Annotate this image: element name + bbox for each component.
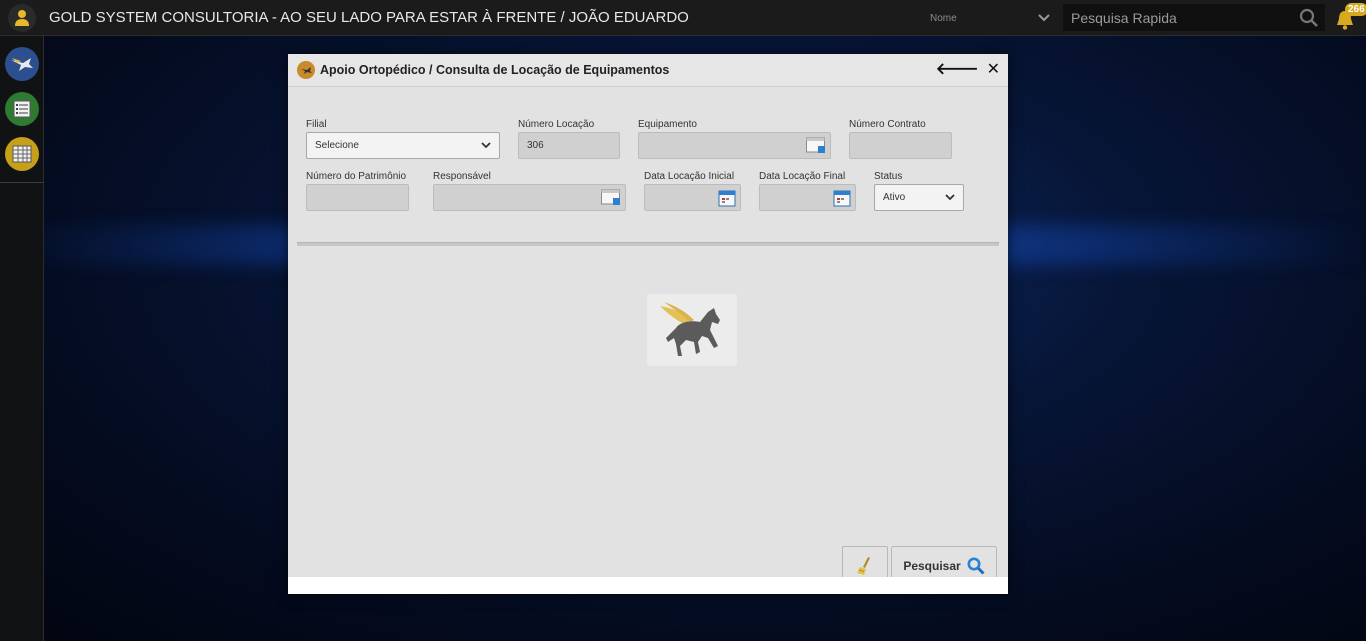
data-final-field: Data Locação Final: [759, 171, 856, 211]
calendar-icon[interactable]: [718, 189, 736, 207]
chevron-down-icon: [945, 194, 955, 201]
user-menu-button[interactable]: [0, 0, 44, 36]
data-final-label: Data Locação Final: [759, 171, 846, 182]
numero-locacao-label: Número Locação: [518, 119, 595, 130]
data-inicial-label: Data Locação Inicial: [644, 171, 735, 182]
list-icon: [13, 100, 31, 118]
grid-icon: [12, 145, 32, 163]
sidebar-item-pegasus[interactable]: [5, 47, 39, 81]
lookup-icon[interactable]: [806, 137, 826, 155]
dialog-footer: [288, 577, 1008, 594]
top-bar: GOLD SYSTEM CONSULTORIA - AO SEU LADO PA…: [0, 0, 1366, 36]
data-inicial-field: Data Locação Inicial: [644, 171, 741, 211]
dialog-header: Apoio Ortopédico / Consulta de Locação d…: [288, 54, 1008, 87]
status-select[interactable]: Ativo: [874, 184, 964, 211]
numero-patrimonio-input[interactable]: [306, 184, 409, 211]
rental-search-dialog: Apoio Ortopédico / Consulta de Locação d…: [288, 54, 1008, 594]
status-label: Status: [874, 171, 903, 182]
chevron-down-icon: [481, 142, 491, 149]
filial-field: Filial Selecione: [306, 119, 500, 159]
data-final-input[interactable]: [759, 184, 856, 211]
data-inicial-input[interactable]: [644, 184, 741, 211]
filial-label: Filial: [306, 119, 327, 130]
responsavel-label: Responsável: [433, 171, 491, 182]
search-filter-select[interactable]: Nome: [922, 6, 1058, 30]
search-filter-value: Nome: [930, 12, 957, 24]
status-field: Status Ativo: [874, 171, 964, 211]
pegasus-icon: [11, 58, 33, 71]
dialog-title: Apoio Ortopédico / Consulta de Locação d…: [320, 63, 670, 77]
sidebar: [0, 36, 44, 641]
filial-select[interactable]: Selecione: [306, 132, 500, 159]
back-arrow-icon[interactable]: 🡐: [936, 62, 979, 78]
equipamento-field: Equipamento: [638, 119, 831, 159]
sidebar-item-list[interactable]: [5, 92, 39, 126]
responsavel-field: Responsável: [433, 171, 626, 211]
quick-search-input[interactable]: [1071, 9, 1291, 26]
calendar-icon[interactable]: [833, 189, 851, 207]
numero-contrato-input[interactable]: [849, 132, 952, 159]
sidebar-divider: [0, 182, 44, 183]
user-icon: [8, 3, 36, 32]
numero-locacao-input[interactable]: 306: [518, 132, 620, 159]
close-icon[interactable]: ✕: [987, 62, 1000, 78]
module-icon: [297, 61, 315, 79]
equipamento-input[interactable]: [638, 132, 831, 159]
app-title: GOLD SYSTEM CONSULTORIA - AO SEU LADO PA…: [49, 9, 689, 26]
broom-icon: [857, 557, 870, 575]
dialog-body: Filial Selecione Número Locação 306 Equi…: [288, 87, 1008, 586]
numero-locacao-field: Número Locação 306: [518, 119, 620, 159]
notifications-button[interactable]: 266: [1334, 3, 1366, 31]
filial-value: Selecione: [315, 140, 359, 151]
numero-contrato-label: Número Contrato: [849, 119, 926, 130]
pegasus-logo: [647, 294, 737, 366]
pegasus-icon: [660, 302, 720, 356]
section-divider: [297, 242, 999, 246]
numero-patrimonio-label: Número do Patrimônio: [306, 171, 407, 182]
equipamento-label: Equipamento: [638, 119, 697, 130]
search-icon[interactable]: [1299, 8, 1319, 28]
status-value: Ativo: [883, 192, 906, 203]
numero-patrimonio-field: Número do Patrimônio: [306, 171, 409, 211]
sidebar-item-grid[interactable]: [5, 137, 39, 171]
search-button-label: Pesquisar: [903, 559, 961, 573]
lookup-icon[interactable]: [601, 189, 621, 207]
chevron-down-icon: [1038, 14, 1050, 22]
quick-search-box: [1063, 4, 1325, 31]
numero-contrato-field: Número Contrato: [849, 119, 952, 159]
responsavel-input[interactable]: [433, 184, 626, 211]
search-icon: [967, 557, 985, 575]
notifications-badge: 266: [1345, 3, 1366, 16]
